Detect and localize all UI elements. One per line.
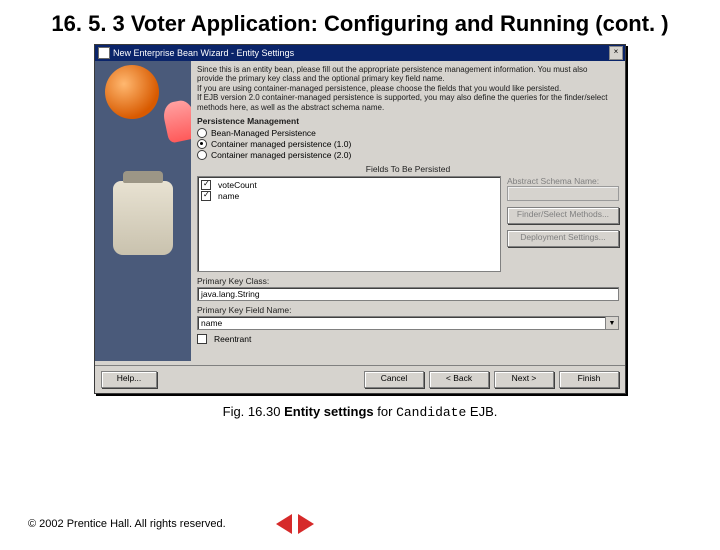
button-bar: Help... Cancel < Back Next > Finish <box>95 365 625 393</box>
fields-title: Fields To Be Persisted <box>197 164 619 174</box>
prev-slide-icon[interactable] <box>276 514 292 534</box>
close-icon[interactable]: × <box>609 46 623 60</box>
radio-cmp-10[interactable]: Container managed persistence (1.0) <box>197 139 619 149</box>
radio-cmp-20[interactable]: Container managed persistence (2.0) <box>197 150 619 160</box>
reentrant-checkbox[interactable]: Reentrant <box>197 334 619 344</box>
pk-field-label: Primary Key Field Name: <box>197 305 619 315</box>
app-icon <box>98 47 110 59</box>
pk-class-label: Primary Key Class: <box>197 276 619 286</box>
pk-class-input[interactable]: java.lang.String <box>197 287 619 301</box>
field-votecount[interactable]: voteCount <box>201 180 497 190</box>
finder-select-button[interactable]: Finder/Select Methods... <box>507 207 619 224</box>
intro-text: Since this is an entity bean, please fil… <box>197 65 619 113</box>
titlebar[interactable]: New Enterprise Bean Wizard - Entity Sett… <box>95 45 625 61</box>
pk-field-select[interactable]: name ▼ <box>197 316 619 330</box>
finish-button[interactable]: Finish <box>559 371 619 388</box>
radio-bean-managed[interactable]: Bean-Managed Persistence <box>197 128 619 138</box>
fields-list[interactable]: voteCount name <box>197 176 501 272</box>
window-title: New Enterprise Bean Wizard - Entity Sett… <box>113 48 294 58</box>
field-name[interactable]: name <box>201 191 497 201</box>
wizard-window: New Enterprise Bean Wizard - Entity Sett… <box>94 44 626 394</box>
persistence-label: Persistence Management <box>197 116 619 126</box>
wizard-sidebar-image <box>95 61 191 361</box>
figure-caption: Fig. 16.30 Entity settings for Candidate… <box>0 404 720 420</box>
deployment-settings-button[interactable]: Deployment Settings... <box>507 230 619 247</box>
next-slide-icon[interactable] <box>298 514 314 534</box>
back-button[interactable]: < Back <box>429 371 489 388</box>
slide-title: 16. 5. 3 Voter Application: Configuring … <box>40 10 680 38</box>
chevron-down-icon[interactable]: ▼ <box>605 317 618 329</box>
abstract-schema-label: Abstract Schema Name: <box>507 176 619 186</box>
next-button[interactable]: Next > <box>494 371 554 388</box>
help-button[interactable]: Help... <box>101 371 157 388</box>
cancel-button[interactable]: Cancel <box>364 371 424 388</box>
copyright: © 2002 Prentice Hall. All rights reserve… <box>28 518 226 530</box>
abstract-schema-input <box>507 186 619 201</box>
wizard-main: Since this is an entity bean, please fil… <box>191 61 625 361</box>
